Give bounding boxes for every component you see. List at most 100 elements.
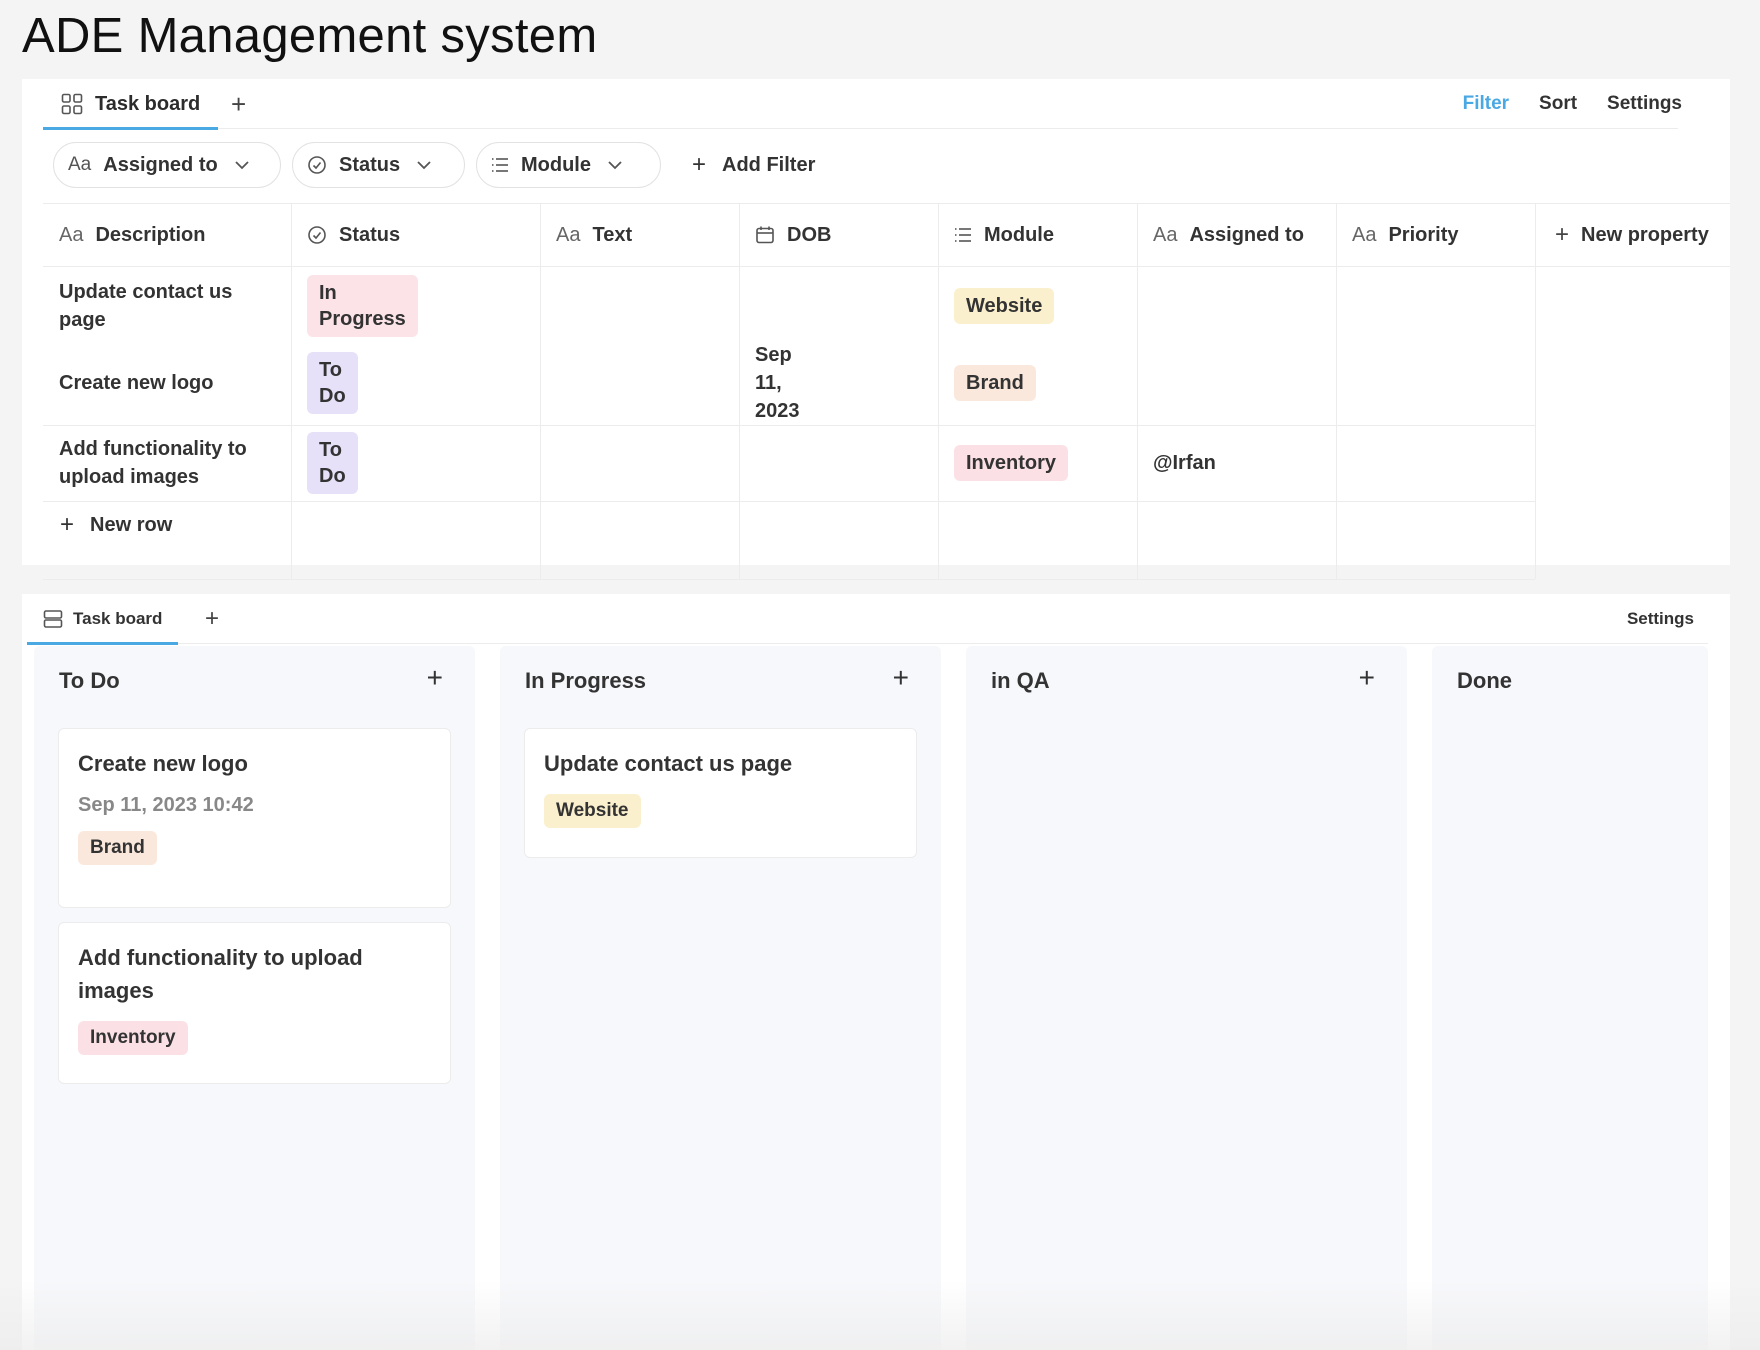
add-tab-button[interactable]: + [205, 594, 219, 644]
column-title: To Do [59, 668, 120, 693]
table-cell-status[interactable]: In Progress [291, 267, 418, 345]
filter-button[interactable]: Filter [1463, 93, 1509, 115]
column-header-assigned-to[interactable]: Aa Assigned to [1137, 203, 1336, 267]
column-header-label: Text [592, 223, 633, 246]
table-cell-description[interactable]: Add functionality to upload images [43, 425, 283, 501]
row-divider [43, 501, 1535, 502]
calendar-icon [755, 225, 775, 245]
add-tab-button[interactable]: + [231, 79, 246, 129]
board-column-done: Done [1432, 646, 1708, 1350]
filter-chip-status[interactable]: Status [292, 142, 465, 188]
board-column-in-qa: in QA + [966, 646, 1407, 1350]
board-tabbar [27, 594, 1708, 644]
task-card[interactable]: Create new logo Sep 11, 2023 10:42 Brand [58, 728, 451, 908]
column-header-label: Assigned to [1189, 223, 1304, 246]
tab-label: Task board [73, 609, 163, 628]
text-property-icon: Aa [556, 223, 581, 246]
task-card[interactable]: Add functionality to upload images Inven… [58, 922, 451, 1084]
module-badge: Website [954, 288, 1055, 324]
chevron-down-icon [234, 160, 250, 170]
column-header-text[interactable]: Aa Text [540, 203, 739, 267]
add-card-button[interactable]: + [893, 662, 909, 694]
column-header-priority[interactable]: Aa Priority [1336, 203, 1535, 267]
sort-button[interactable]: Sort [1539, 93, 1577, 115]
card-tag: Website [544, 794, 641, 828]
column-divider [1336, 203, 1337, 579]
card-title: Create new logo [78, 751, 248, 776]
text-property-icon: Aa [1352, 223, 1377, 246]
chevron-down-icon [607, 160, 623, 170]
board-column-todo: To Do + Create new logo Sep 11, 2023 10:… [34, 646, 475, 1350]
filter-chip-label: Module [521, 153, 591, 176]
new-property-button[interactable]: + New property [1535, 203, 1730, 267]
card-title: Add functionality to upload images [78, 945, 363, 1003]
table-cell-description[interactable]: Update contact us page [43, 267, 283, 345]
column-title: In Progress [525, 668, 647, 693]
new-property-label: New property [1581, 223, 1709, 246]
module-badge: Brand [954, 365, 1036, 401]
chevron-down-icon [416, 160, 432, 170]
status-badge: To Do [307, 432, 358, 494]
card-tag: Inventory [78, 1021, 188, 1055]
table-tabbar: Task board + [43, 79, 1678, 130]
table-cell-status[interactable]: To Do [291, 425, 358, 501]
task-card[interactable]: Update contact us page Website [524, 728, 917, 858]
add-filter-button[interactable]: + Add Filter [672, 151, 815, 179]
column-header-label: Status [339, 223, 401, 246]
table-cell-module[interactable]: Inventory [938, 425, 1069, 501]
table-cell-description[interactable]: Create new logo [43, 345, 283, 421]
board-column-in-progress: In Progress + Update contact us page Web… [500, 646, 941, 1350]
filter-bar: Aa Assigned to Status Module + Add Filte… [53, 142, 815, 188]
column-header-label: Module [984, 223, 1054, 246]
card-title: Update contact us page [544, 751, 793, 776]
filter-chip-module[interactable]: Module [476, 142, 661, 188]
table-cell-dob[interactable]: Sep 11, 2023 [739, 344, 800, 422]
add-card-button[interactable]: + [427, 662, 443, 694]
row-divider [43, 579, 1535, 580]
column-header-module[interactable]: Module [938, 203, 1137, 267]
grid-icon [61, 93, 83, 115]
new-row-label: New row [90, 513, 173, 536]
column-header-label: Description [95, 223, 206, 246]
plus-icon: + [1555, 221, 1570, 248]
table-cell-module[interactable]: Website [938, 267, 1055, 345]
column-divider [540, 203, 541, 579]
board-settings-button[interactable]: Settings [1627, 594, 1694, 644]
column-header-dob[interactable]: DOB [739, 203, 938, 267]
table-cell-status[interactable]: To Do [291, 345, 358, 421]
card-date: Sep 11, 2023 10:42 [78, 794, 254, 816]
table-cell-module[interactable]: Brand [938, 345, 1036, 421]
table-view-panel: Task board + Filter Sort Settings Aa Ass… [22, 79, 1730, 580]
tab-task-board[interactable]: Task board [27, 594, 179, 645]
status-circle-icon [307, 155, 327, 175]
column-header-status[interactable]: Status [291, 203, 540, 267]
text-property-icon: Aa [1153, 223, 1178, 246]
page-title: ADE Management system [22, 9, 598, 63]
add-card-button[interactable]: + [1359, 662, 1375, 694]
status-badge: To Do [307, 352, 358, 414]
board-view-panel: Task board + Settings To Do + Create new… [22, 594, 1730, 1350]
column-title: Done [1457, 668, 1512, 693]
list-icon [491, 157, 509, 173]
text-property-icon: Aa [59, 223, 84, 246]
column-title: in QA [991, 668, 1050, 693]
plus-icon: + [60, 511, 75, 538]
column-divider [1535, 203, 1536, 579]
filter-chip-assigned-to[interactable]: Aa Assigned to [53, 142, 281, 188]
module-badge: Inventory [954, 445, 1069, 481]
table-actions: Filter Sort Settings [1463, 79, 1682, 129]
filter-chip-label: Status [339, 153, 401, 176]
new-row-button[interactable]: + New row [60, 511, 172, 539]
list-icon [954, 227, 972, 243]
status-circle-icon [307, 225, 327, 245]
text-property-icon: Aa [68, 154, 92, 175]
plus-icon: + [692, 151, 707, 178]
column-header-description[interactable]: Aa Description [43, 203, 291, 267]
settings-button[interactable]: Settings [1607, 93, 1682, 115]
table-cell-assigned-to[interactable]: @Irfan [1137, 425, 1216, 501]
tab-task-board[interactable]: Task board [43, 79, 219, 130]
status-badge: In Progress [307, 275, 418, 337]
add-filter-label: Add Filter [722, 153, 816, 176]
column-header-label: DOB [787, 223, 832, 246]
board-icon [43, 609, 63, 629]
